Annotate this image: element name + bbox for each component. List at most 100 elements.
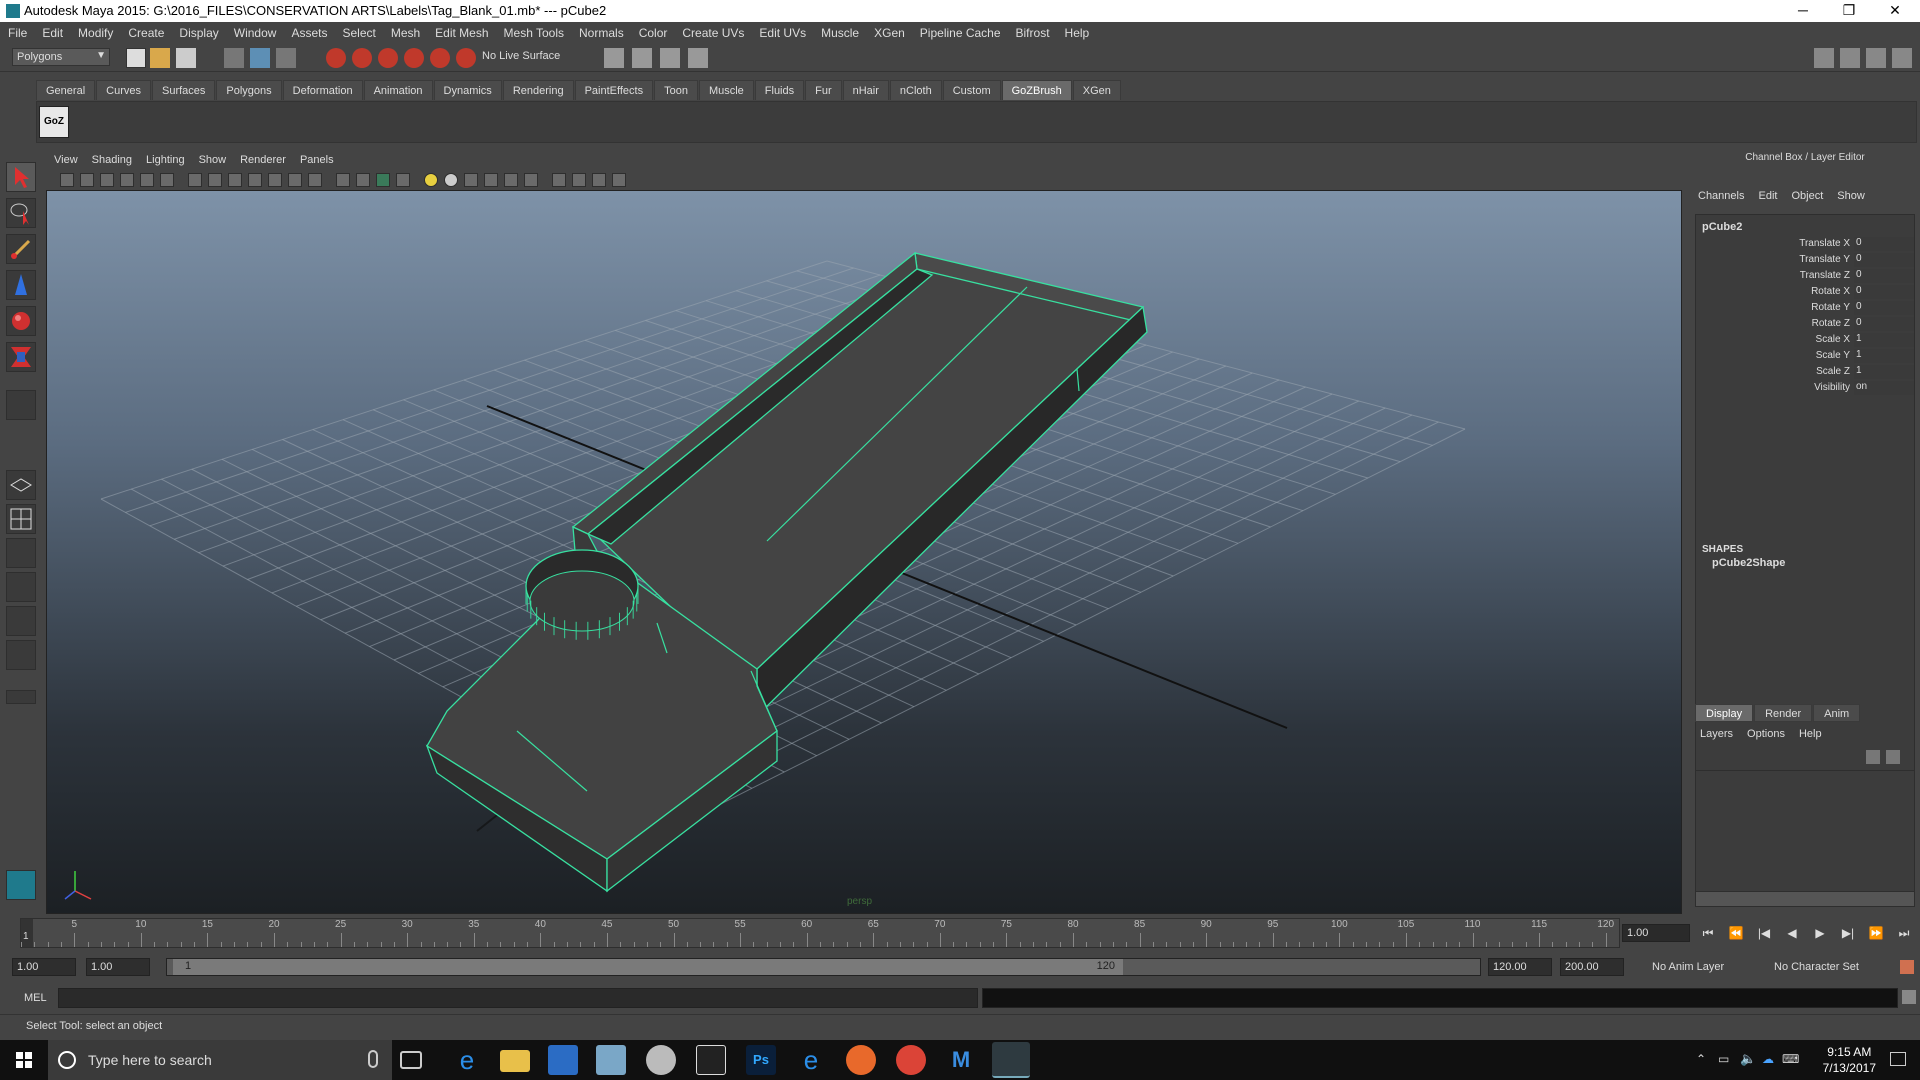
hypershade-layout-icon[interactable] — [6, 640, 36, 670]
file-explorer-icon[interactable] — [500, 1050, 530, 1072]
2d-pan-zoom-icon[interactable] — [140, 173, 154, 187]
attr-value-field[interactable]: 0 — [1854, 317, 1914, 331]
viewport-menu-shading[interactable]: Shading — [92, 154, 132, 166]
shelf-tab-animation[interactable]: Animation — [363, 80, 433, 100]
use-all-lights-icon[interactable] — [424, 173, 438, 187]
snap-surface-icon[interactable] — [430, 48, 450, 68]
grid-icon[interactable] — [188, 173, 202, 187]
depth-of-field-icon[interactable] — [524, 173, 538, 187]
viewport-menu-view[interactable]: View — [54, 154, 78, 166]
persp-outliner-layout-icon[interactable] — [6, 538, 36, 568]
gate-mask-icon[interactable] — [248, 173, 262, 187]
attr-value-field[interactable]: 1 — [1854, 333, 1914, 347]
shelf-tab-painteffects[interactable]: PaintEffects — [574, 80, 654, 100]
single-perspective-layout-icon[interactable] — [6, 470, 36, 500]
script-editor-icon[interactable] — [1902, 990, 1916, 1004]
menu-window[interactable]: Window — [234, 26, 277, 40]
step-back-key-button[interactable]: ⏪ — [1726, 924, 1746, 942]
taskbar-search[interactable]: Type here to search — [48, 1040, 392, 1080]
render-view-icon[interactable] — [604, 48, 624, 68]
persp-graph-layout-icon[interactable] — [6, 572, 36, 602]
internet-explorer-icon[interactable]: e — [796, 1045, 826, 1075]
shelf-tab-nhair[interactable]: nHair — [842, 80, 889, 100]
start-button[interactable] — [0, 1040, 48, 1080]
toggle-modeling-toolkit-icon[interactable] — [1866, 48, 1886, 68]
menu-file[interactable]: File — [8, 26, 27, 40]
safe-action-icon[interactable] — [288, 173, 302, 187]
bookmarks-icon[interactable] — [100, 173, 114, 187]
wireframe-icon[interactable] — [336, 173, 350, 187]
playback-end-field[interactable]: 120.00 — [1488, 958, 1552, 976]
keyboard-icon[interactable]: ⌨ — [1782, 1052, 1799, 1066]
smooth-shade-icon[interactable] — [356, 173, 370, 187]
edge-icon[interactable]: e — [452, 1045, 482, 1075]
go-to-end-button[interactable]: ⏭ — [1894, 924, 1914, 942]
outliner-persp-layout-icon[interactable] — [6, 606, 36, 636]
toolbox-collapse-icon[interactable] — [6, 690, 36, 704]
volume-icon[interactable]: 🔈 — [1740, 1051, 1756, 1067]
menu-edit-uvs[interactable]: Edit UVs — [759, 26, 806, 40]
four-view-layout-icon[interactable] — [6, 504, 36, 534]
menu-pipeline-cache[interactable]: Pipeline Cache — [920, 26, 1001, 40]
snap-grid-icon[interactable] — [326, 48, 346, 68]
menu-help[interactable]: Help — [1065, 26, 1090, 40]
play-backwards-button[interactable]: ◀ — [1782, 924, 1802, 942]
shelf-tab-surfaces[interactable]: Surfaces — [151, 80, 216, 100]
menu-mesh[interactable]: Mesh — [391, 26, 420, 40]
chevron-up-icon[interactable]: ⌃ — [1696, 1052, 1706, 1066]
menu-assets[interactable]: Assets — [291, 26, 327, 40]
snap-point-icon[interactable] — [378, 48, 398, 68]
new-layer-icon[interactable] — [1866, 750, 1880, 764]
xray-joints-icon[interactable] — [592, 173, 606, 187]
shelf-tab-muscle[interactable]: Muscle — [698, 80, 754, 100]
menu-create[interactable]: Create — [128, 26, 164, 40]
lasso-tool-icon[interactable] — [6, 198, 36, 228]
anti-aliasing-icon[interactable] — [504, 173, 518, 187]
shadows-icon[interactable] — [444, 173, 458, 187]
attr-value-field[interactable]: 0 — [1854, 301, 1914, 315]
image-plane-icon[interactable] — [120, 173, 134, 187]
anim-layer-dropdown[interactable]: No Anim Layer — [1652, 961, 1724, 973]
go-to-start-button[interactable]: ⏮ — [1698, 924, 1718, 942]
scale-tool-icon[interactable] — [6, 342, 36, 372]
xray-icon[interactable] — [572, 173, 586, 187]
close-button[interactable]: ✕ — [1872, 0, 1918, 22]
chrome-icon[interactable] — [896, 1045, 926, 1075]
range-slider-handle[interactable]: 1 120 — [173, 959, 1123, 975]
character-set-dropdown[interactable]: No Character Set — [1774, 961, 1859, 973]
goz-shelf-button[interactable]: GoZ — [39, 106, 69, 138]
attr-row-translate-z[interactable]: Translate Z 0 — [1696, 269, 1914, 284]
channel-menu-object[interactable]: Object — [1791, 190, 1823, 202]
microphone-icon[interactable] — [368, 1050, 378, 1068]
toggle-attribute-editor-icon[interactable] — [1814, 48, 1834, 68]
viewport-menu-renderer[interactable]: Renderer — [240, 154, 286, 166]
network-icon[interactable]: ▭ — [1718, 1052, 1729, 1066]
viewport-menu-show[interactable]: Show — [199, 154, 227, 166]
playback-start-field[interactable]: 1.00 — [86, 958, 150, 976]
toggle-channel-box-icon[interactable] — [1892, 48, 1912, 68]
paint-select-tool-icon[interactable] — [6, 234, 36, 264]
move-tool-icon[interactable] — [6, 270, 36, 300]
autodesk-icon[interactable] — [548, 1045, 578, 1075]
attr-row-rotate-z[interactable]: Rotate Z 0 — [1696, 317, 1914, 332]
toggle-tool-settings-icon[interactable] — [1840, 48, 1860, 68]
range-slider[interactable]: 1 120 — [166, 958, 1481, 976]
action-center-icon[interactable] — [1890, 1052, 1906, 1066]
safe-title-icon[interactable] — [308, 173, 322, 187]
attr-row-scale-y[interactable]: Scale Y 1 — [1696, 349, 1914, 364]
mel-language-toggle[interactable]: MEL — [24, 992, 47, 1004]
channel-menu-edit[interactable]: Edit — [1758, 190, 1777, 202]
cloud-icon[interactable]: ☁ — [1762, 1052, 1774, 1066]
animation-end-field[interactable]: 200.00 — [1560, 958, 1624, 976]
last-tool-icon[interactable] — [6, 390, 36, 420]
viewport-menu-panels[interactable]: Panels — [300, 154, 334, 166]
menu-muscle[interactable]: Muscle — [821, 26, 859, 40]
play-forwards-button[interactable]: ▶ — [1810, 924, 1830, 942]
shelf-tab-fluids[interactable]: Fluids — [754, 80, 805, 100]
current-frame-marker[interactable]: 1 — [21, 919, 33, 947]
xray-components-icon[interactable] — [612, 173, 626, 187]
menu-select[interactable]: Select — [342, 26, 375, 40]
animation-start-field[interactable]: 1.00 — [12, 958, 76, 976]
shape-node-name[interactable]: pCube2Shape — [1712, 557, 1785, 569]
menu-display[interactable]: Display — [179, 26, 218, 40]
